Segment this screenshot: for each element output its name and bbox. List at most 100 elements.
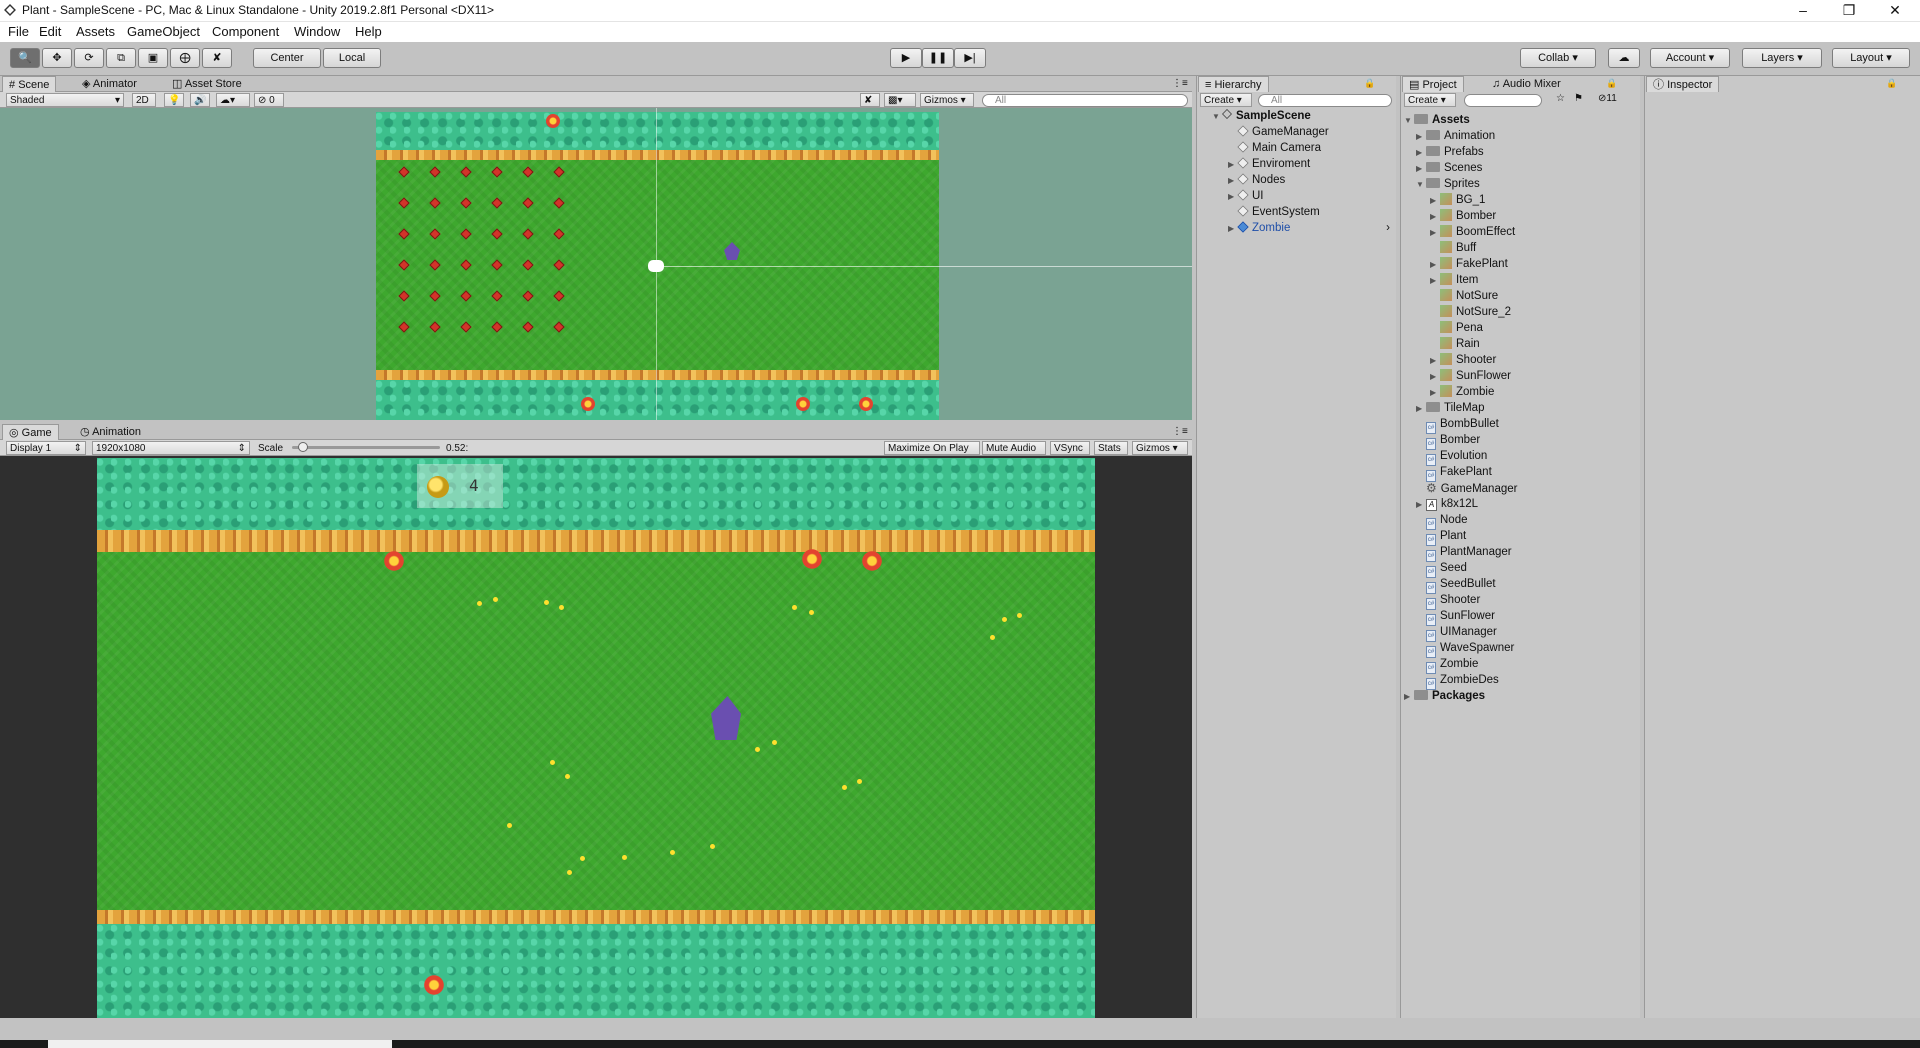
node-marker[interactable] <box>491 321 503 333</box>
hierarchy-item[interactable]: ▶ Enviroment <box>1228 156 1396 172</box>
pivot-local-button[interactable]: Local <box>323 48 381 68</box>
tab-game[interactable]: ◎ Game <box>2 424 59 440</box>
expand-arrow-icon[interactable]: ▶ <box>1416 129 1426 145</box>
hierarchy-item[interactable]: ▶ Zombie › <box>1228 220 1396 236</box>
sprite-item[interactable]: ▶ FakePlant <box>1430 256 1508 272</box>
mute-audio-toggle[interactable]: Mute Audio <box>982 441 1046 455</box>
script-item[interactable]: c# Shooter <box>1416 592 1480 610</box>
hidden-objects-toggle[interactable]: ⊘ 0 <box>254 93 284 107</box>
panel-menu-icon[interactable]: ⋮≡ <box>1172 78 1188 89</box>
scene-viewport[interactable] <box>0 108 1192 420</box>
game-viewport[interactable]: 4 <box>0 456 1192 1018</box>
sprite-item[interactable]: ▶ Bomber <box>1430 208 1496 224</box>
camera-dropdown[interactable]: ▩▾ <box>884 93 916 107</box>
lock-icon[interactable]: 🔒 <box>1886 78 1897 89</box>
hidden-packages-toggle[interactable]: ⊘11 <box>1598 93 1617 104</box>
expand-arrow-icon[interactable]: ▼ <box>1212 109 1222 125</box>
account-dropdown[interactable]: Account ▾ <box>1650 48 1730 68</box>
node-marker[interactable] <box>491 290 503 302</box>
hierarchy-search-input[interactable]: All <box>1258 94 1392 107</box>
node-marker[interactable] <box>553 197 565 209</box>
node-marker[interactable] <box>398 166 410 178</box>
sprite-item[interactable]: ▶ Item <box>1430 272 1478 288</box>
menu-help[interactable]: Help <box>355 24 382 39</box>
node-marker[interactable] <box>553 321 565 333</box>
sprite-item[interactable]: ▶ BoomEffect <box>1430 224 1515 240</box>
play-button[interactable]: ▶ <box>890 48 922 68</box>
node-marker[interactable] <box>429 290 441 302</box>
node-marker[interactable] <box>522 166 534 178</box>
expand-arrow-icon[interactable]: ▶ <box>1430 225 1440 241</box>
node-marker[interactable] <box>429 197 441 209</box>
expand-arrow-icon[interactable]: ▼ <box>1416 177 1426 193</box>
hand-tool-button[interactable]: 🔍 <box>10 48 40 68</box>
node-marker[interactable] <box>460 197 472 209</box>
node-marker[interactable] <box>553 166 565 178</box>
game-gizmos-dropdown[interactable]: Gizmos ▾ <box>1132 441 1188 455</box>
node-marker[interactable] <box>460 321 472 333</box>
sprite-item[interactable]: ▶ BG_1 <box>1430 192 1485 208</box>
filter-type-icon[interactable]: ☆ <box>1556 93 1565 104</box>
shading-dropdown[interactable]: Shaded ▾ <box>6 93 124 107</box>
node-marker[interactable] <box>429 321 441 333</box>
node-marker[interactable] <box>398 290 410 302</box>
expand-arrow-icon[interactable]: ▶ <box>1416 161 1426 177</box>
node-marker[interactable] <box>491 228 503 240</box>
collab-dropdown[interactable]: Collab ▾ <box>1520 48 1596 68</box>
node-marker[interactable] <box>553 290 565 302</box>
folder-item[interactable]: ▼ Sprites <box>1416 176 1480 192</box>
node-marker[interactable] <box>460 259 472 271</box>
resolution-dropdown[interactable]: 1920x1080 ⇕ <box>92 441 250 455</box>
move-tool-button[interactable]: ✥ <box>42 48 72 68</box>
scene-tools-icon[interactable]: ✘ <box>860 93 880 107</box>
node-marker[interactable] <box>460 228 472 240</box>
sprite-item[interactable]: NotSure <box>1430 288 1498 304</box>
rotate-tool-button[interactable]: ⟳ <box>74 48 104 68</box>
script-item[interactable]: c# Bomber <box>1416 432 1480 450</box>
node-marker[interactable] <box>398 228 410 240</box>
scale-slider-thumb[interactable] <box>297 442 308 452</box>
packages-root-item[interactable]: ▶ Packages <box>1404 688 1485 704</box>
effects-dropdown[interactable]: ☁▾ <box>216 93 250 107</box>
node-marker[interactable] <box>429 228 441 240</box>
expand-arrow-icon[interactable]: ▶ <box>1430 369 1440 385</box>
expand-arrow-icon[interactable]: ▶ <box>1228 173 1238 189</box>
custom-tool-button[interactable]: ✘ <box>202 48 232 68</box>
restore-button[interactable]: ❐ <box>1826 0 1872 22</box>
scale-slider[interactable] <box>292 446 440 449</box>
node-marker[interactable] <box>522 228 534 240</box>
expand-arrow-icon[interactable]: ▶ <box>1404 689 1414 705</box>
maximize-on-play-toggle[interactable]: Maximize On Play <box>884 441 980 455</box>
mode-2d-toggle[interactable]: 2D <box>132 93 156 107</box>
script-item[interactable]: c# Plant <box>1416 528 1466 546</box>
script-item[interactable]: ⚙ GameManager <box>1416 480 1517 496</box>
vsync-toggle[interactable]: VSync <box>1050 441 1090 455</box>
tab-animator[interactable]: ◈ Animator <box>76 76 143 92</box>
tab-hierarchy[interactable]: ≡ Hierarchy <box>1198 76 1269 92</box>
sprite-item[interactable]: Pena <box>1430 320 1483 336</box>
node-marker[interactable] <box>429 166 441 178</box>
sprite-item[interactable]: Buff <box>1430 240 1476 256</box>
lighting-toggle[interactable]: 💡 <box>164 93 184 107</box>
sprite-item[interactable]: ▶ Shooter <box>1430 352 1496 368</box>
display-dropdown[interactable]: Display 1 ⇕ <box>6 441 86 455</box>
script-item[interactable]: c# BombBullet <box>1416 416 1499 434</box>
pause-button[interactable]: ❚❚ <box>922 48 954 68</box>
script-item[interactable]: c# ZombieDes <box>1416 672 1499 690</box>
folder-item[interactable]: ▶ Prefabs <box>1416 144 1484 160</box>
script-item[interactable]: ▶ Ak8x12L <box>1416 496 1478 512</box>
sprite-item[interactable]: NotSure_2 <box>1430 304 1511 320</box>
hierarchy-item[interactable]: ▶ UI <box>1228 188 1396 204</box>
hierarchy-item[interactable]: GameManager <box>1228 124 1396 140</box>
expand-arrow-icon[interactable]: ▶ <box>1430 273 1440 289</box>
node-marker[interactable] <box>398 259 410 271</box>
chevron-right-icon[interactable]: › <box>1386 220 1390 236</box>
tab-inspector[interactable]: ⓘ Inspector <box>1646 76 1720 92</box>
folder-item[interactable]: ▶ Scenes <box>1416 160 1482 176</box>
expand-arrow-icon[interactable]: ▶ <box>1430 257 1440 273</box>
script-item[interactable]: c# Seed <box>1416 560 1467 578</box>
script-item[interactable]: c# Node <box>1416 512 1468 530</box>
hierarchy-item[interactable]: Main Camera <box>1228 140 1396 156</box>
gizmos-dropdown[interactable]: Gizmos ▾ <box>920 93 974 107</box>
expand-arrow-icon[interactable]: ▶ <box>1430 193 1440 209</box>
